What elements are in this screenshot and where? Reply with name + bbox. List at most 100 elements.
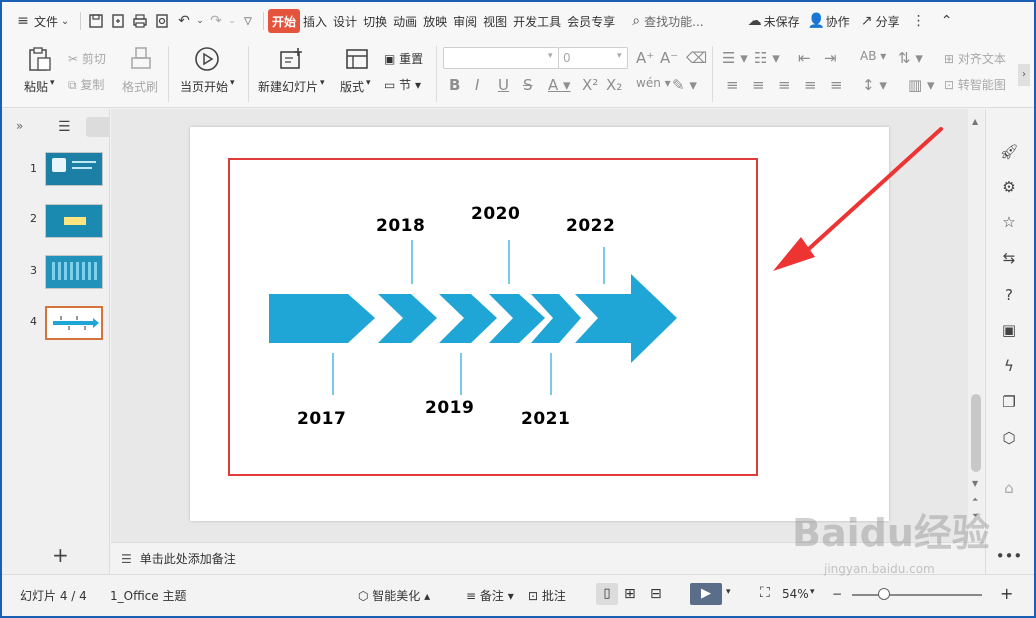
chevron-down-icon[interactable]: ▾ xyxy=(726,587,731,597)
bold-icon[interactable]: B xyxy=(449,76,460,94)
tab-developer[interactable]: 开发工具 xyxy=(510,9,564,33)
subscript-icon[interactable]: X₂ xyxy=(606,76,622,94)
paste-button[interactable]: 粘贴 ▾ xyxy=(22,46,56,96)
align-text-button[interactable]: ⊞ 对齐文本 xyxy=(944,50,1006,67)
indent-icon[interactable]: ⇥ xyxy=(824,49,837,67)
thumbnail-view-icon[interactable] xyxy=(86,117,110,137)
sort-icon[interactable]: ⇅ ▾ xyxy=(898,49,923,67)
outline-view-icon[interactable]: ☰ xyxy=(58,119,71,135)
slide-thumbnail-3[interactable] xyxy=(45,255,103,289)
distribute-icon[interactable]: ≡ xyxy=(830,76,843,94)
phonetic-icon[interactable]: wén ▾ xyxy=(636,76,671,90)
copy-button[interactable]: ⧉ 复制 xyxy=(68,76,104,93)
notes-button[interactable]: ≡ 备注 ▾ xyxy=(466,587,514,604)
fit-window-icon[interactable]: ⛶ xyxy=(760,585,770,601)
justify-icon[interactable]: ≡ xyxy=(804,76,817,94)
slide-thumbnail-1[interactable] xyxy=(45,152,103,186)
tab-view[interactable]: 视图 xyxy=(480,9,510,33)
bullet-list-icon[interactable]: ☰ ▾ xyxy=(722,49,748,67)
beautify-button[interactable]: ⬡ 智能美化 ▴ xyxy=(358,587,430,604)
text-direction-icon[interactable]: AB ▾ xyxy=(860,49,886,63)
customize-toolbar-icon[interactable]: ▽ xyxy=(237,10,259,32)
search-box[interactable]: ⌕ 查找功能... xyxy=(624,9,707,33)
file-menu[interactable]: ≡ 文件 ⌄ xyxy=(8,9,76,33)
grow-font-icon[interactable]: A⁺ xyxy=(636,49,654,67)
redo-icon[interactable]: ↷ xyxy=(205,10,227,32)
rocket-icon[interactable]: 🚀︎ xyxy=(998,141,1020,163)
tab-insert[interactable]: 插入 xyxy=(300,9,330,33)
eraser-icon[interactable]: ⌫ xyxy=(686,49,707,67)
collapse-panel-icon[interactable]: » xyxy=(16,119,23,133)
grid-view-icon[interactable]: ⊞ xyxy=(624,586,636,602)
format-painter-button[interactable]: 格式刷 xyxy=(122,46,162,96)
more-icon[interactable]: ••• xyxy=(996,545,1023,567)
scroll-up-icon[interactable]: ▲ xyxy=(972,117,978,126)
outdent-icon[interactable]: ⇤ xyxy=(798,49,811,67)
zoom-slider-handle[interactable] xyxy=(878,588,890,600)
cut-button[interactable]: ✂ 剪切 xyxy=(68,50,106,67)
highlight-icon[interactable]: ✎ ▾ xyxy=(672,76,697,94)
collab-button[interactable]: 👤 协作 xyxy=(804,9,854,33)
ribbon-scroll-right[interactable]: › xyxy=(1018,64,1030,86)
zoom-slider[interactable] xyxy=(852,594,982,596)
column-icon[interactable]: ▥ ▾ xyxy=(908,76,934,94)
transform-icon[interactable]: ⇆ xyxy=(998,247,1020,269)
slide-thumbnail-4[interactable] xyxy=(45,306,103,340)
underline-icon[interactable]: U xyxy=(498,76,509,94)
chevron-down-icon[interactable]: ⌄ xyxy=(195,10,205,32)
tab-design[interactable]: 设计 xyxy=(330,9,360,33)
tab-transitions[interactable]: 切换 xyxy=(360,9,390,33)
tab-animations[interactable]: 动画 xyxy=(390,9,420,33)
italic-icon[interactable]: I xyxy=(475,76,479,94)
add-slide-icon[interactable]: + xyxy=(52,543,69,567)
chevron-down-icon[interactable]: ⌄ xyxy=(227,10,237,32)
zoom-in-icon[interactable]: + xyxy=(1000,584,1013,603)
shrink-font-icon[interactable]: A⁻ xyxy=(660,49,678,67)
section-button[interactable]: ▭ 节 ▾ xyxy=(384,76,421,93)
theme-name[interactable]: 1_Office 主题 xyxy=(110,587,186,604)
collapse-ribbon-icon[interactable]: ⌃ xyxy=(936,10,958,32)
align-left-icon[interactable]: ≡ xyxy=(726,76,739,94)
from-current-button[interactable]: 当页开始 ▾ xyxy=(178,46,238,96)
vertical-scrollbar[interactable]: ▲ ▼ ⏶ ⏷ xyxy=(968,109,984,542)
cube-icon[interactable]: ⬡ xyxy=(998,427,1020,449)
export-pdf-icon[interactable] xyxy=(107,10,129,32)
smartart-button[interactable]: ⊡ 转智能图 xyxy=(944,76,1006,93)
star-icon[interactable]: ☆ xyxy=(998,211,1020,233)
new-slide-button[interactable]: 新建幻灯片 ▾ xyxy=(256,46,328,96)
more-icon[interactable]: ⋮ xyxy=(908,10,930,32)
scrollbar-thumb[interactable] xyxy=(971,394,981,472)
align-right-icon[interactable]: ≡ xyxy=(778,76,791,94)
reset-button[interactable]: ▣ 重置 xyxy=(384,50,423,67)
zoom-value[interactable]: 54% xyxy=(782,587,809,601)
print-preview-icon[interactable] xyxy=(151,10,173,32)
settings-sliders-icon[interactable]: ⚙︎ xyxy=(998,176,1020,198)
font-color-icon[interactable]: A ▾ xyxy=(548,76,571,94)
book-icon[interactable]: ❐ xyxy=(998,391,1020,413)
reading-view-icon[interactable]: ⊟ xyxy=(650,586,662,602)
numbered-list-icon[interactable]: ☷ ▾ xyxy=(754,49,780,67)
align-center-icon[interactable]: ≡ xyxy=(752,76,765,94)
comments-button[interactable]: ⊡ 批注 xyxy=(528,587,566,604)
share-button[interactable]: ↗ 分享 xyxy=(854,9,904,33)
zoom-out-icon[interactable]: − xyxy=(832,587,842,601)
undo-icon[interactable]: ↶ xyxy=(173,10,195,32)
strikethrough-icon[interactable]: S xyxy=(523,76,533,94)
play-button[interactable]: ▶ xyxy=(690,583,722,605)
scroll-down-icon[interactable]: ▼ xyxy=(972,479,978,488)
normal-view-icon[interactable]: ▯ xyxy=(596,583,618,605)
font-family-select[interactable]: ▾ xyxy=(443,47,559,69)
layout-button[interactable]: 版式 ▾ xyxy=(338,46,378,96)
image-icon[interactable]: ▣ xyxy=(998,319,1020,341)
font-size-select[interactable]: 0 ▾ xyxy=(558,47,628,69)
line-spacing-icon[interactable]: ↕ ▾ xyxy=(862,76,887,94)
tab-review[interactable]: 审阅 xyxy=(450,9,480,33)
tab-member[interactable]: 会员专享 xyxy=(564,9,618,33)
print-icon[interactable] xyxy=(129,10,151,32)
slide-thumbnail-2[interactable] xyxy=(45,204,103,238)
tab-home[interactable]: 开始 xyxy=(268,9,301,33)
save-icon[interactable] xyxy=(85,10,107,32)
help-icon[interactable]: ? xyxy=(998,284,1020,306)
unsaved-button[interactable]: ☁ 未保存 xyxy=(742,9,804,33)
superscript-icon[interactable]: X² xyxy=(582,76,598,94)
